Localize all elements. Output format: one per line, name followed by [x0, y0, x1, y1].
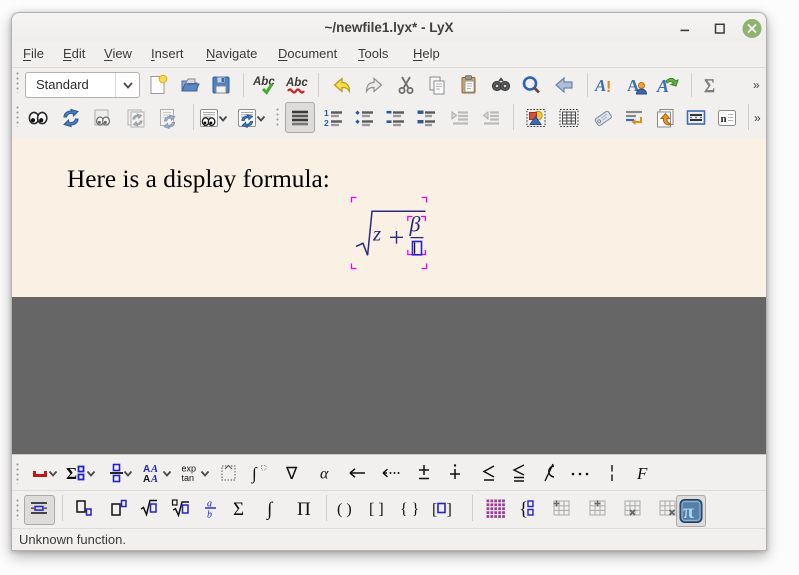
- svg-text:∫: ∫: [251, 464, 258, 484]
- svg-text:[ ]: [ ]: [369, 501, 384, 518]
- svg-text:Σ: Σ: [704, 76, 715, 97]
- svg-text:b: b: [207, 510, 212, 521]
- svg-text:»: »: [754, 111, 761, 125]
- svg-text:F: F: [636, 464, 648, 483]
- svg-text:{ }: { }: [400, 501, 419, 518]
- svg-text:Σ: Σ: [233, 499, 244, 520]
- svg-text:A: A: [143, 474, 150, 485]
- svg-text:∫: ∫: [266, 499, 274, 520]
- svg-text:]: ]: [447, 502, 452, 519]
- svg-text:1: 1: [324, 108, 329, 118]
- svg-text:A: A: [594, 76, 606, 95]
- svg-text:2: 2: [324, 118, 329, 128]
- svg-text:z: z: [372, 221, 381, 245]
- svg-text:»: »: [753, 78, 760, 92]
- svg-text:Abc: Abc: [285, 77, 308, 89]
- svg-text:β: β: [409, 212, 421, 237]
- svg-text:Σ: Σ: [66, 464, 77, 483]
- svg-text:A: A: [656, 76, 669, 96]
- svg-text:( ): ( ): [337, 501, 352, 518]
- svg-text:n: n: [721, 113, 727, 125]
- svg-text:!: !: [606, 79, 611, 96]
- svg-text:{: {: [519, 499, 528, 520]
- svg-text:Π: Π: [297, 499, 311, 520]
- svg-text:∇: ∇: [285, 464, 298, 483]
- svg-text:[: [: [432, 502, 437, 519]
- svg-text:α: α: [320, 466, 329, 483]
- svg-text:π: π: [683, 501, 694, 523]
